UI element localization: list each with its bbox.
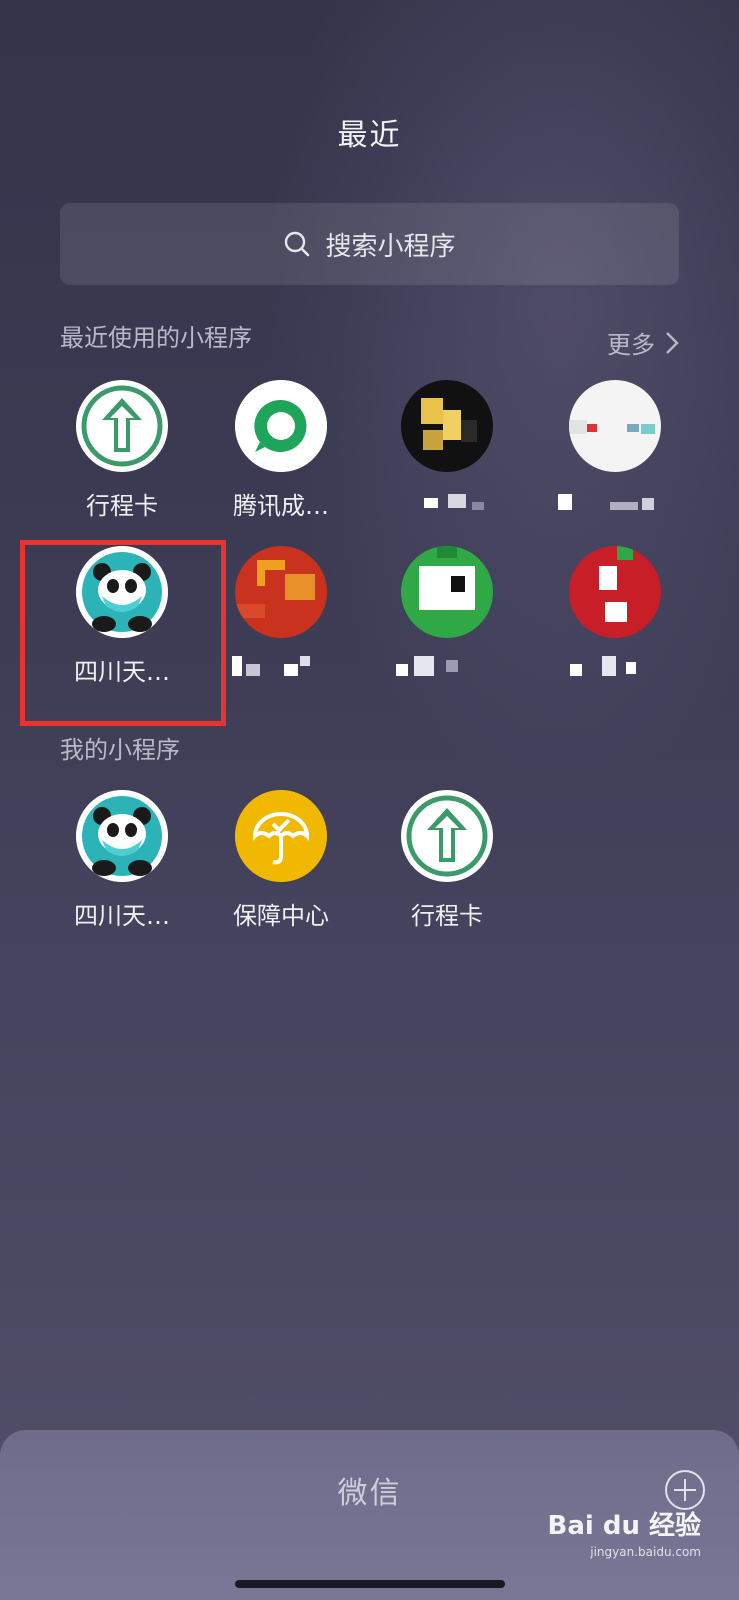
panda-mask-icon bbox=[76, 790, 168, 882]
app-name: 行程卡 bbox=[411, 902, 483, 930]
search-label: 搜索小程序 bbox=[325, 231, 456, 262]
recent-app-xingchengka[interactable]: 行程卡 bbox=[37, 380, 207, 520]
pixelated-icon bbox=[401, 380, 493, 472]
app-name: 腾讯成… bbox=[233, 492, 329, 520]
pixelated-icon bbox=[569, 546, 661, 638]
mine-app-sichuan[interactable]: 四川天… bbox=[37, 790, 207, 930]
recent-app-tencent[interactable]: 腾讯成… bbox=[196, 380, 366, 520]
recent-app-blurred-2[interactable] bbox=[530, 380, 700, 516]
recent-app-blurred-1[interactable] bbox=[362, 380, 532, 516]
page-title: 最近 bbox=[337, 118, 402, 153]
pixelated-icon bbox=[235, 546, 327, 638]
pixelated-icon bbox=[569, 380, 661, 472]
recent-app-blurred-4[interactable] bbox=[362, 546, 532, 682]
mine-app-xingchengka[interactable]: 行程卡 bbox=[362, 790, 532, 930]
umbrella-check-icon bbox=[235, 790, 327, 882]
green-arrow-up-icon bbox=[76, 380, 168, 472]
app-name: 行程卡 bbox=[86, 492, 158, 520]
chevron-right-icon bbox=[666, 331, 679, 354]
more-link[interactable]: 更多 bbox=[607, 325, 679, 360]
green-chat-bubble-icon bbox=[235, 380, 327, 472]
app-name bbox=[530, 486, 700, 516]
mine-app-baozhang[interactable]: 保障中心 bbox=[196, 790, 366, 930]
recent-section-title: 最近使用的小程序 bbox=[60, 324, 252, 352]
pixelated-icon bbox=[401, 546, 493, 638]
mine-section-title: 我的小程序 bbox=[60, 736, 180, 764]
recent-app-blurred-5[interactable] bbox=[530, 546, 700, 682]
app-name: 保障中心 bbox=[233, 902, 329, 930]
search-bar[interactable]: 搜索小程序 bbox=[60, 203, 679, 285]
home-indicator[interactable] bbox=[235, 1580, 505, 1588]
highlight-box bbox=[20, 540, 226, 726]
app-name bbox=[362, 486, 532, 516]
app-name: 四川天… bbox=[74, 902, 170, 930]
watermark-url: jingyan.baidu.com bbox=[590, 1545, 701, 1559]
plus-icon[interactable] bbox=[665, 1470, 705, 1510]
green-arrow-up-icon bbox=[401, 790, 493, 882]
baidu-watermark: Bai du 经验 bbox=[547, 1511, 702, 1541]
more-label: 更多 bbox=[607, 331, 655, 359]
search-icon bbox=[285, 231, 310, 257]
